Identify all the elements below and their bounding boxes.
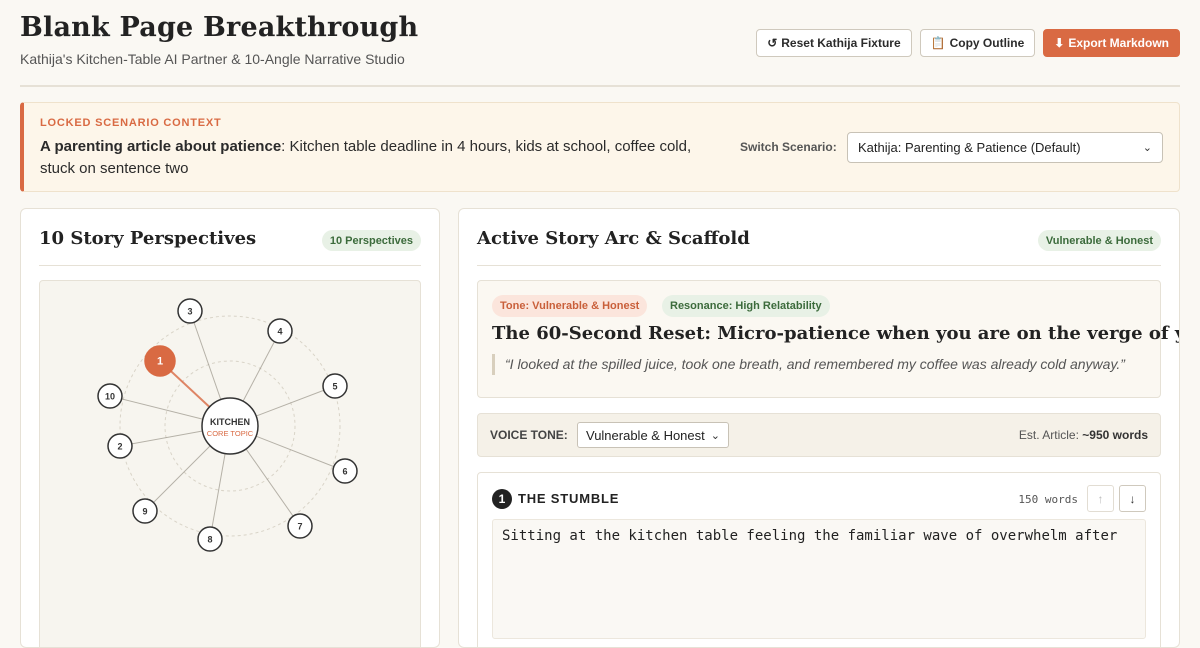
arrow-down-icon: ↓ — [1129, 491, 1136, 506]
perspective-node-label-7: 7 — [297, 522, 302, 532]
tone-badge: Vulnerable & Honest — [1037, 230, 1161, 251]
scenario-description: A parenting article about patience: Kitc… — [40, 136, 730, 180]
perspective-node-label-9: 9 — [142, 507, 147, 517]
est-value: ~950 words — [1082, 428, 1148, 442]
beat-card: 1 THE STUMBLE 150 words ↑ ↓ Sitting at t… — [477, 472, 1161, 647]
app-header: Blank Page Breakthrough Kathija's Kitche… — [20, 10, 1180, 87]
story-arc-panel: Active Story Arc & Scaffold Vulnerable &… — [458, 208, 1180, 648]
copy-outline-label: Copy Outline — [949, 36, 1025, 50]
perspectives-title: 10 Story Perspectives — [39, 228, 257, 249]
download-icon: ⬇ — [1054, 36, 1065, 50]
perspective-wheel-svg: KITCHEN CORE TOPIC 1 2 3 4 5 6 7 8 9 10 — [97, 298, 358, 552]
divider — [39, 265, 421, 266]
perspective-node-label-8: 8 — [207, 535, 212, 545]
beat-title: THE STUMBLE — [518, 491, 620, 506]
perspective-node-label-6: 6 — [342, 467, 347, 477]
voice-tone-select[interactable]: Vulnerable & Honest ⌄ — [577, 422, 729, 448]
est-label: Est. Article: — [1018, 428, 1079, 442]
voice-tone-label: VOICE TONE: — [490, 428, 568, 442]
divider — [477, 265, 1161, 266]
clipboard-icon: 📋 — [930, 36, 946, 50]
center-label-main: KITCHEN — [210, 417, 250, 427]
scenario-select[interactable]: Kathija: Parenting & Patience (Default) … — [847, 132, 1163, 163]
chevron-down-icon: ⌄ — [710, 429, 720, 442]
voice-tone-bar: VOICE TONE: Vulnerable & Honest ⌄ Est. A… — [477, 413, 1161, 457]
perspective-node-label-10: 10 — [105, 392, 115, 402]
chevron-down-icon: ⌄ — [1142, 142, 1152, 154]
export-markdown-label: Export Markdown — [1068, 36, 1169, 50]
perspectives-panel: 10 Story Perspectives 10 Perspectives KI… — [20, 208, 440, 648]
reset-fixture-label: Reset Kathija Fixture — [781, 36, 901, 50]
beat-number: 1 — [492, 489, 512, 509]
scenario-label: LOCKED SCENARIO CONTEXT — [40, 117, 222, 129]
perspective-node-label-1: 1 — [157, 356, 163, 368]
scenario-banner: LOCKED SCENARIO CONTEXT A parenting arti… — [20, 102, 1180, 192]
reset-fixture-button[interactable]: ↺ Reset Kathija Fixture — [756, 29, 912, 57]
app-title: Blank Page Breakthrough — [20, 12, 419, 43]
perspective-node-label-2: 2 — [117, 442, 122, 452]
move-up-button[interactable]: ↑ — [1087, 485, 1114, 512]
arc-headline: The 60-Second Reset: Micro-patience when… — [492, 323, 1180, 344]
move-down-button[interactable]: ↓ — [1119, 485, 1146, 512]
scenario-select-value: Kathija: Parenting & Patience (Default) — [858, 140, 1081, 155]
perspectives-badge: 10 Perspectives — [321, 230, 421, 251]
estimated-length: Est. Article: ~950 words — [1019, 428, 1148, 442]
story-arc-title: Active Story Arc & Scaffold — [477, 228, 750, 249]
arc-card: Tone: Vulnerable & Honest Resonance: Hig… — [477, 280, 1179, 398]
voice-tone-value: Vulnerable & Honest — [586, 427, 705, 443]
app-subtitle: Kathija's Kitchen-Table AI Partner & 10-… — [20, 51, 405, 67]
center-label-sub: CORE TOPIC — [207, 429, 254, 438]
beat-word-count: 150 words — [1018, 493, 1078, 506]
tone-chip: Tone: Vulnerable & Honest — [492, 295, 648, 317]
perspective-wheel: KITCHEN CORE TOPIC 1 2 3 4 5 6 7 8 9 10 — [39, 280, 421, 647]
arc-quote: “I looked at the spilled juice, took one… — [492, 354, 1125, 375]
scenario-lead: A parenting article about patience — [40, 138, 282, 155]
export-markdown-button[interactable]: ⬇ Export Markdown — [1043, 29, 1180, 57]
perspective-node-label-3: 3 — [187, 307, 192, 317]
copy-outline-button[interactable]: 📋 Copy Outline — [919, 29, 1036, 57]
header-actions: ↺ Reset Kathija Fixture 📋 Copy Outline ⬇… — [756, 29, 1180, 57]
switch-scenario-label: Switch Scenario: — [740, 140, 837, 154]
perspective-node-label-4: 4 — [277, 327, 282, 337]
reset-icon: ↺ — [767, 36, 778, 50]
arrow-up-icon: ↑ — [1097, 491, 1104, 506]
resonance-chip: Resonance: High Relatability — [662, 295, 830, 317]
perspective-node-label-5: 5 — [332, 382, 337, 392]
beat-text-editor[interactable]: Sitting at the kitchen table feeling the… — [492, 519, 1146, 639]
